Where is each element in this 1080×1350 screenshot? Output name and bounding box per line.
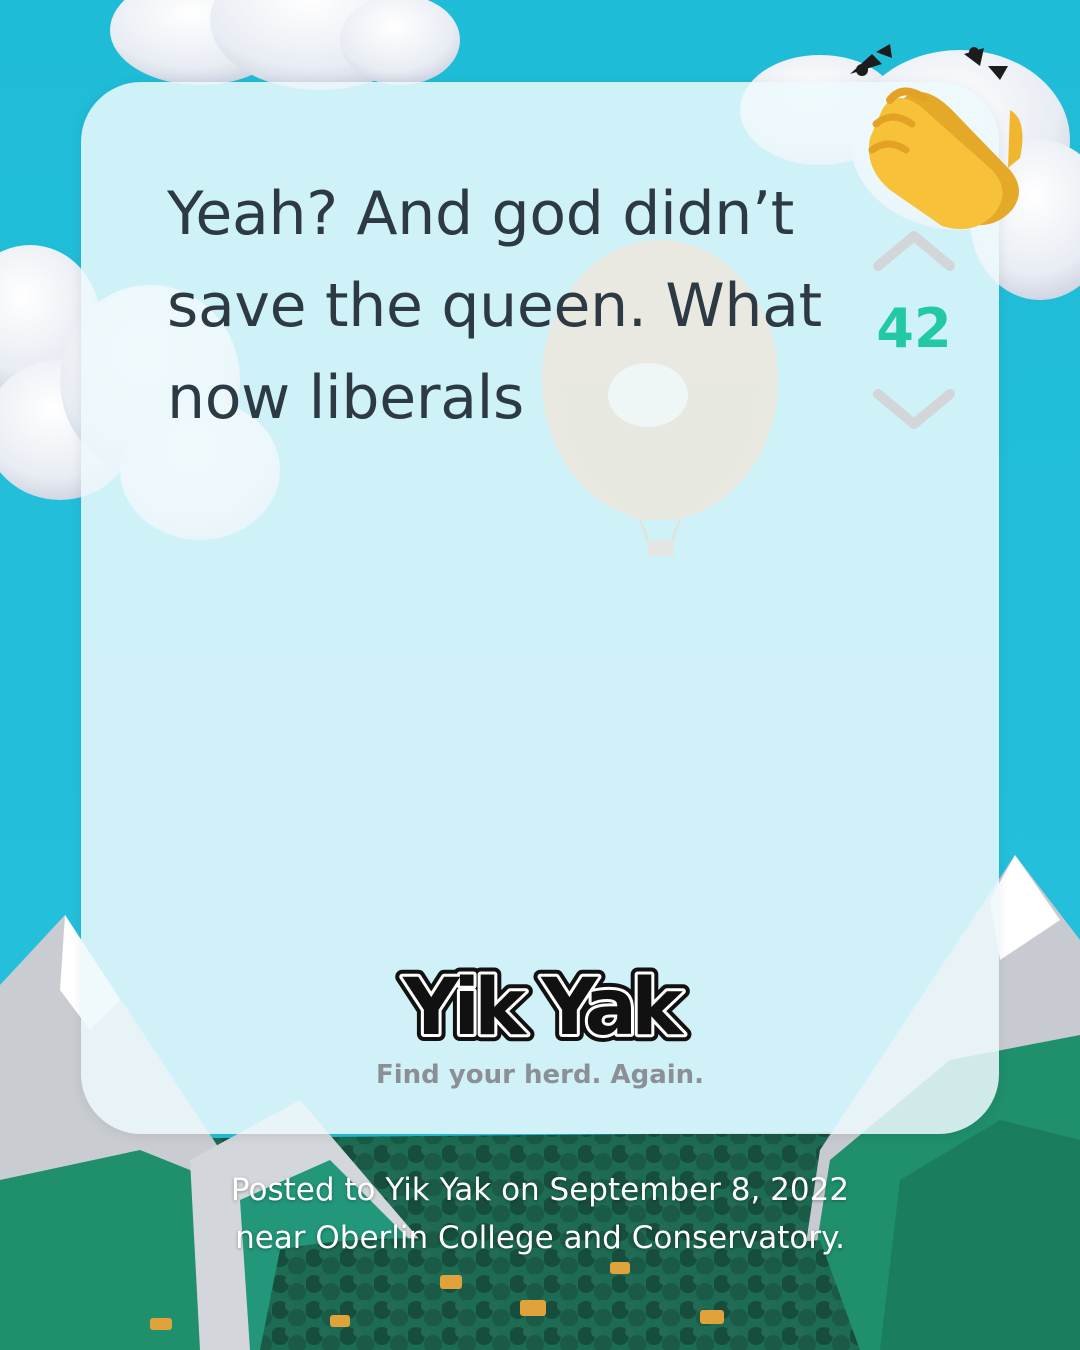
clapping-hands-icon [842, 40, 1047, 235]
logo-wordmark: Yik Yak [402, 963, 685, 1053]
vote-count: 42 [876, 297, 952, 360]
chevron-down-icon [873, 389, 955, 429]
post-caption: Posted to Yik Yak on September 8, 2022 n… [230, 1172, 850, 1256]
vote-control: 42 [866, 222, 962, 442]
tagline: Find your herd. Again. [375, 1060, 705, 1090]
yik-yak-logo: Yik Yak Yik Yak Yik Yak [381, 932, 699, 1062]
downvote-button[interactable] [870, 382, 958, 438]
post-card: Yeah? And god didn’t save the queen. Wha… [81, 82, 999, 1134]
post-text: Yeah? And god didn’t save the queen. Wha… [167, 179, 822, 433]
cloud-top [110, 0, 460, 90]
